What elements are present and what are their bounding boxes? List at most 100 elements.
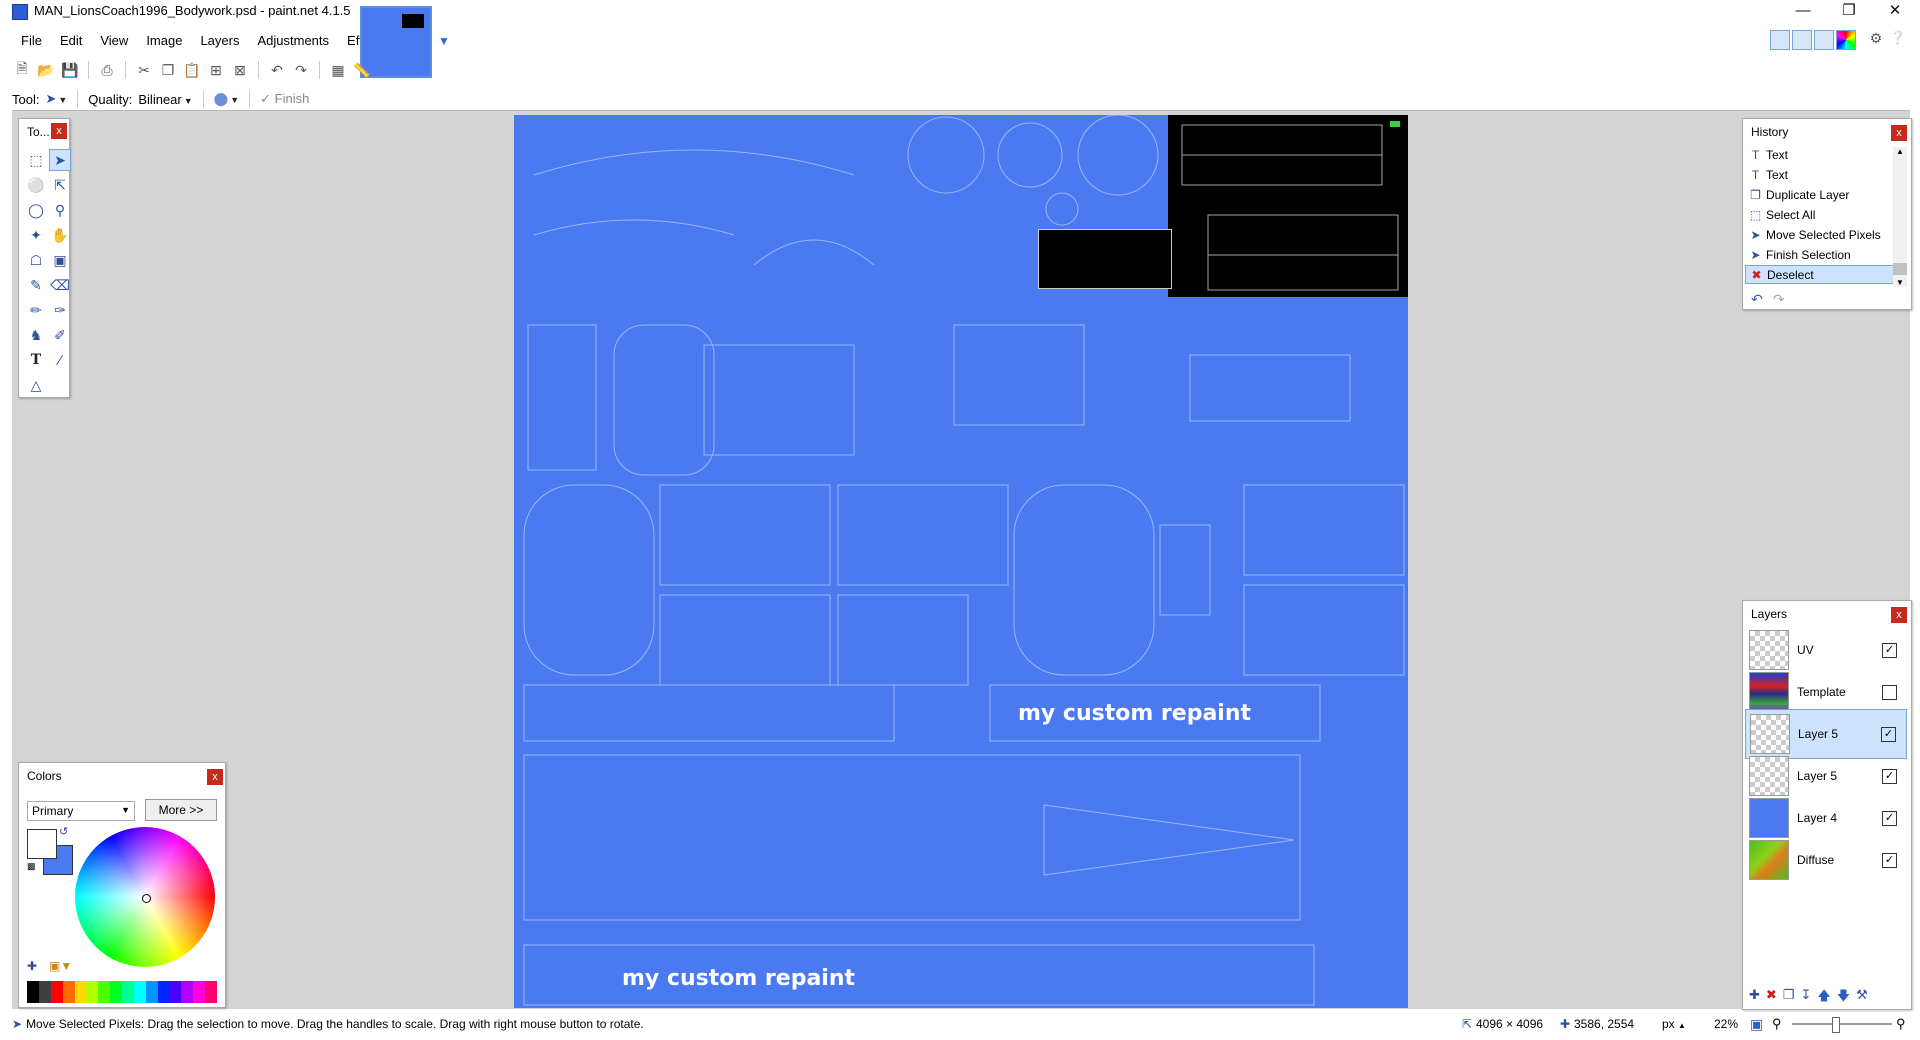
image-canvas[interactable]: my custom repaint my custom repaint (514, 115, 1408, 1008)
move-selection-tool-icon[interactable]: ⇱ (49, 174, 71, 196)
close-icon[interactable]: x (207, 769, 223, 785)
palette-swatch[interactable] (110, 981, 122, 1003)
deselect-icon[interactable]: ⊠ (230, 60, 250, 80)
rectangle-select-tool-icon[interactable]: ⬚ (25, 149, 47, 171)
swap-colors-icon[interactable]: ↺ (59, 825, 68, 838)
units-dropdown[interactable]: px ▲ (1662, 1017, 1686, 1031)
history-item[interactable]: T Text (1745, 145, 1907, 164)
new-file-icon[interactable]: 🗎 (12, 60, 32, 80)
palette-swatch[interactable] (193, 981, 206, 1003)
palette-swatch[interactable] (74, 981, 87, 1003)
clone-stamp-tool-icon[interactable]: ♞ (25, 324, 47, 346)
history-item[interactable]: ❐ Duplicate Layer (1745, 185, 1907, 204)
magic-wand-tool-icon[interactable]: ✦ (25, 224, 47, 246)
layer-visibility-checkbox[interactable]: ✓ (1882, 852, 1897, 868)
zoom-out-icon[interactable]: ⚲ (1772, 1016, 1782, 1032)
layer-visibility-checkbox[interactable]: ✓ (1882, 810, 1897, 826)
copy-icon[interactable]: ❐ (158, 60, 178, 80)
history-item[interactable]: ✖ Deselect (1745, 265, 1907, 284)
menu-file[interactable]: File (12, 30, 51, 52)
save-icon[interactable]: 💾 (60, 60, 80, 80)
selection-mode-dropdown[interactable]: ⬤ ▼ (214, 91, 239, 107)
duplicate-layer-icon[interactable]: ❐ (1783, 987, 1795, 1009)
move-layer-down-icon[interactable]: 🡇 (1837, 987, 1850, 1009)
history-item[interactable]: ⬚ Select All (1745, 205, 1907, 224)
zoom-slider-thumb[interactable] (1832, 1017, 1840, 1033)
eraser-tool-icon[interactable]: ⌫ (49, 274, 71, 296)
chevron-down-icon[interactable]: ▼ (438, 34, 450, 48)
close-window-button[interactable]: ✕ (1872, 0, 1918, 22)
redo-icon[interactable]: ↷ (291, 60, 311, 80)
paint-bucket-tool-icon[interactable]: ☖ (25, 249, 47, 271)
palette-swatch[interactable] (122, 981, 134, 1003)
zoom-to-window-icon[interactable]: ▣ (1750, 1016, 1763, 1033)
color-wheel-handle[interactable] (142, 894, 151, 903)
palette-swatch[interactable] (62, 981, 75, 1003)
palette-swatch[interactable] (86, 981, 99, 1003)
palette-swatch[interactable] (157, 981, 170, 1003)
settings-icon[interactable]: ⚙ (1866, 30, 1886, 50)
zoom-in-icon[interactable]: ⚲ (1896, 1016, 1906, 1032)
gradient-tool-icon[interactable]: ▣ (49, 249, 71, 271)
history-item[interactable]: ➤ Move Selected Pixels (1745, 225, 1907, 244)
open-file-icon[interactable]: 📂 (36, 60, 56, 80)
close-icon[interactable]: x (1891, 607, 1907, 623)
scroll-up-icon[interactable]: ▲ (1893, 147, 1907, 156)
cut-icon[interactable]: ✂ (134, 60, 154, 80)
layer-properties-icon[interactable]: ⚒ (1856, 987, 1868, 1009)
layer-visibility-checkbox[interactable]: ✓ (1882, 768, 1897, 784)
grid-icon[interactable]: ▦ (328, 60, 348, 80)
crop-icon[interactable]: ⊞ (206, 60, 226, 80)
undo-icon[interactable]: ↶ (1751, 291, 1763, 308)
ellipse-select-tool-icon[interactable]: ◯ (25, 199, 47, 221)
zoom-tool-icon[interactable]: ⚲ (49, 199, 71, 221)
colors-window-toggle[interactable] (1836, 30, 1856, 50)
layer-visibility-checkbox[interactable] (1882, 684, 1897, 700)
menu-layers[interactable]: Layers (191, 30, 248, 52)
tools-window-toggle[interactable] (1770, 30, 1790, 50)
add-layer-icon[interactable]: ✚ (1749, 987, 1760, 1009)
palette-swatch[interactable] (205, 981, 217, 1003)
tool-selector[interactable]: ➤ ▼ (45, 91, 67, 107)
palette-swatch[interactable] (98, 981, 111, 1003)
line-curve-tool-icon[interactable]: ∕ (49, 349, 71, 371)
more-colors-button[interactable]: More >> (145, 799, 217, 821)
merge-layer-down-icon[interactable]: ↧ (1800, 987, 1811, 1009)
pencil-tool-icon[interactable]: ✏ (25, 299, 47, 321)
color-mode-select[interactable]: Primary ▼ (27, 801, 135, 821)
recolor-tool-icon[interactable]: ✐ (49, 324, 71, 346)
palette-swatch[interactable] (145, 981, 158, 1003)
zoom-slider[interactable] (1792, 1023, 1892, 1025)
history-scrollbar[interactable]: ▲ ▼ (1893, 147, 1907, 287)
palette-swatch[interactable] (27, 981, 39, 1003)
add-palette-color-icon[interactable]: ✚ (27, 959, 37, 973)
delete-layer-icon[interactable]: ✖ (1766, 987, 1777, 1009)
paintbrush-tool-icon[interactable]: ✎ (25, 274, 47, 296)
paste-icon[interactable]: 📋 (182, 60, 202, 80)
history-item[interactable]: T Text (1745, 165, 1907, 184)
palette-swatch[interactable] (181, 981, 194, 1003)
undo-icon[interactable]: ↶ (267, 60, 287, 80)
minimize-button[interactable]: — (1780, 0, 1826, 22)
palette-swatch[interactable] (38, 981, 51, 1003)
layer-visibility-checkbox[interactable]: ✓ (1881, 726, 1896, 742)
redo-icon[interactable]: ↷ (1773, 291, 1785, 308)
move-layer-up-icon[interactable]: 🡅 (1817, 987, 1830, 1009)
layer-visibility-checkbox[interactable]: ✓ (1882, 642, 1897, 658)
reset-colors-icon[interactable]: ▩ (27, 861, 36, 872)
pan-tool-icon[interactable]: ✋ (49, 224, 71, 246)
history-item[interactable]: ➤ Finish Selection (1745, 245, 1907, 264)
palette-menu-icon[interactable]: ▣▼ (49, 959, 72, 973)
ruler-icon[interactable]: 📏 (352, 60, 372, 80)
close-icon[interactable]: x (51, 123, 67, 139)
palette-swatch[interactable] (50, 981, 63, 1003)
help-icon[interactable]: ❔ (1888, 30, 1908, 50)
palette-swatch[interactable] (169, 981, 182, 1003)
history-window-toggle[interactable] (1792, 30, 1812, 50)
menu-image[interactable]: Image (137, 30, 191, 52)
print-icon[interactable]: ⎙ (97, 60, 117, 80)
scroll-down-icon[interactable]: ▼ (1893, 278, 1907, 287)
layer-row[interactable]: Diffuse ✓ (1745, 835, 1907, 885)
menu-view[interactable]: View (91, 30, 137, 52)
shapes-tool-icon[interactable]: △ (25, 374, 47, 396)
